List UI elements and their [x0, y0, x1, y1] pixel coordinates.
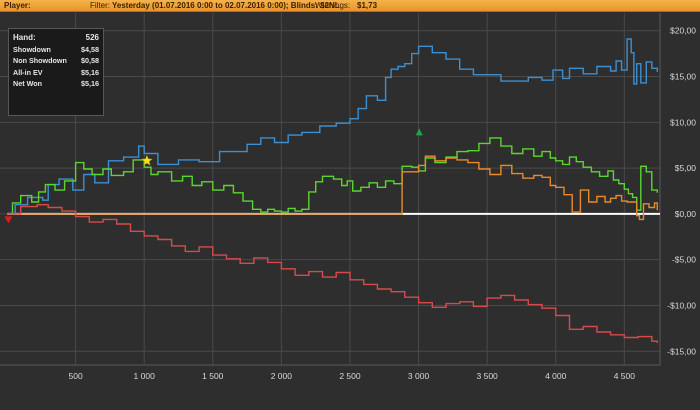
stat-value: 526	[85, 33, 99, 42]
stat-row-hand: Hand: 526	[13, 31, 99, 44]
y-tick-label: -$10,00	[667, 300, 696, 310]
stat-row-all-in-ev: All-in EV $5,16	[13, 67, 99, 78]
winnings-label: Winnings:	[315, 1, 351, 10]
y-tick-label: -$15,00	[667, 346, 696, 356]
y-tick-label: $20,00	[670, 26, 696, 36]
x-tick-label: 500	[68, 371, 82, 381]
x-tick-label: 2 500	[339, 371, 361, 381]
filter-value[interactable]: Yesterday (01.07.2016 0:00 to 02.07.2016…	[112, 0, 340, 11]
x-tick-label: 1 500	[202, 371, 224, 381]
stat-value: $5,16	[81, 67, 99, 77]
x-tick-label: 4 500	[614, 371, 636, 381]
y-tick-label: -$5,00	[672, 255, 696, 265]
winnings-graph: $20,00 $15,00 $10,00 $5,00 $0,00 -$5,00 -$10,0…	[0, 13, 700, 410]
stat-value: $4,58	[81, 45, 99, 54]
x-tick-label: 4 000	[545, 371, 567, 381]
x-axis-ticks: 500 1 000 1 500 2 000 2 500 3 000 3 500 4 000 4 …	[68, 371, 635, 381]
filter-label: Filter:	[90, 1, 110, 10]
graph-area: $20,00 $15,00 $10,00 $5,00 $0,00 -$5,00 -$10,0…	[0, 13, 700, 410]
stat-value: $0,58	[81, 56, 99, 66]
x-tick-label: 1 000	[134, 371, 156, 381]
x-tick-label: 3 500	[477, 371, 499, 381]
stat-label: All-in EV	[13, 67, 43, 77]
stat-row-non-showdown: Non Showdown $0,58	[13, 55, 99, 66]
stat-row-showdown: Showdown $4,58	[13, 44, 99, 55]
x-tick-label: 2 000	[271, 371, 293, 381]
stat-row-net-won: Net Won $5,16	[13, 78, 99, 89]
winnings-value: $1,73	[357, 1, 378, 10]
y-tick-label: $10,00	[670, 117, 696, 127]
stat-label: Net Won	[13, 79, 43, 89]
y-tick-label: $0,00	[675, 209, 697, 219]
stat-value: $5,16	[81, 79, 99, 89]
stat-label: Hand:	[13, 33, 36, 42]
filter-bar: Player: Filter: Yesterday (01.07.2016 0:…	[0, 0, 700, 12]
y-tick-label: $5,00	[675, 163, 697, 173]
stats-box: Hand: 526 Showdown $4,58 Non Showdown $0…	[8, 28, 104, 116]
stat-label: Showdown	[13, 45, 51, 54]
y-tick-label: $15,00	[670, 72, 696, 82]
x-tick-label: 3 000	[408, 371, 430, 381]
player-label: Player:	[4, 1, 31, 10]
stat-label: Non Showdown	[13, 56, 67, 66]
